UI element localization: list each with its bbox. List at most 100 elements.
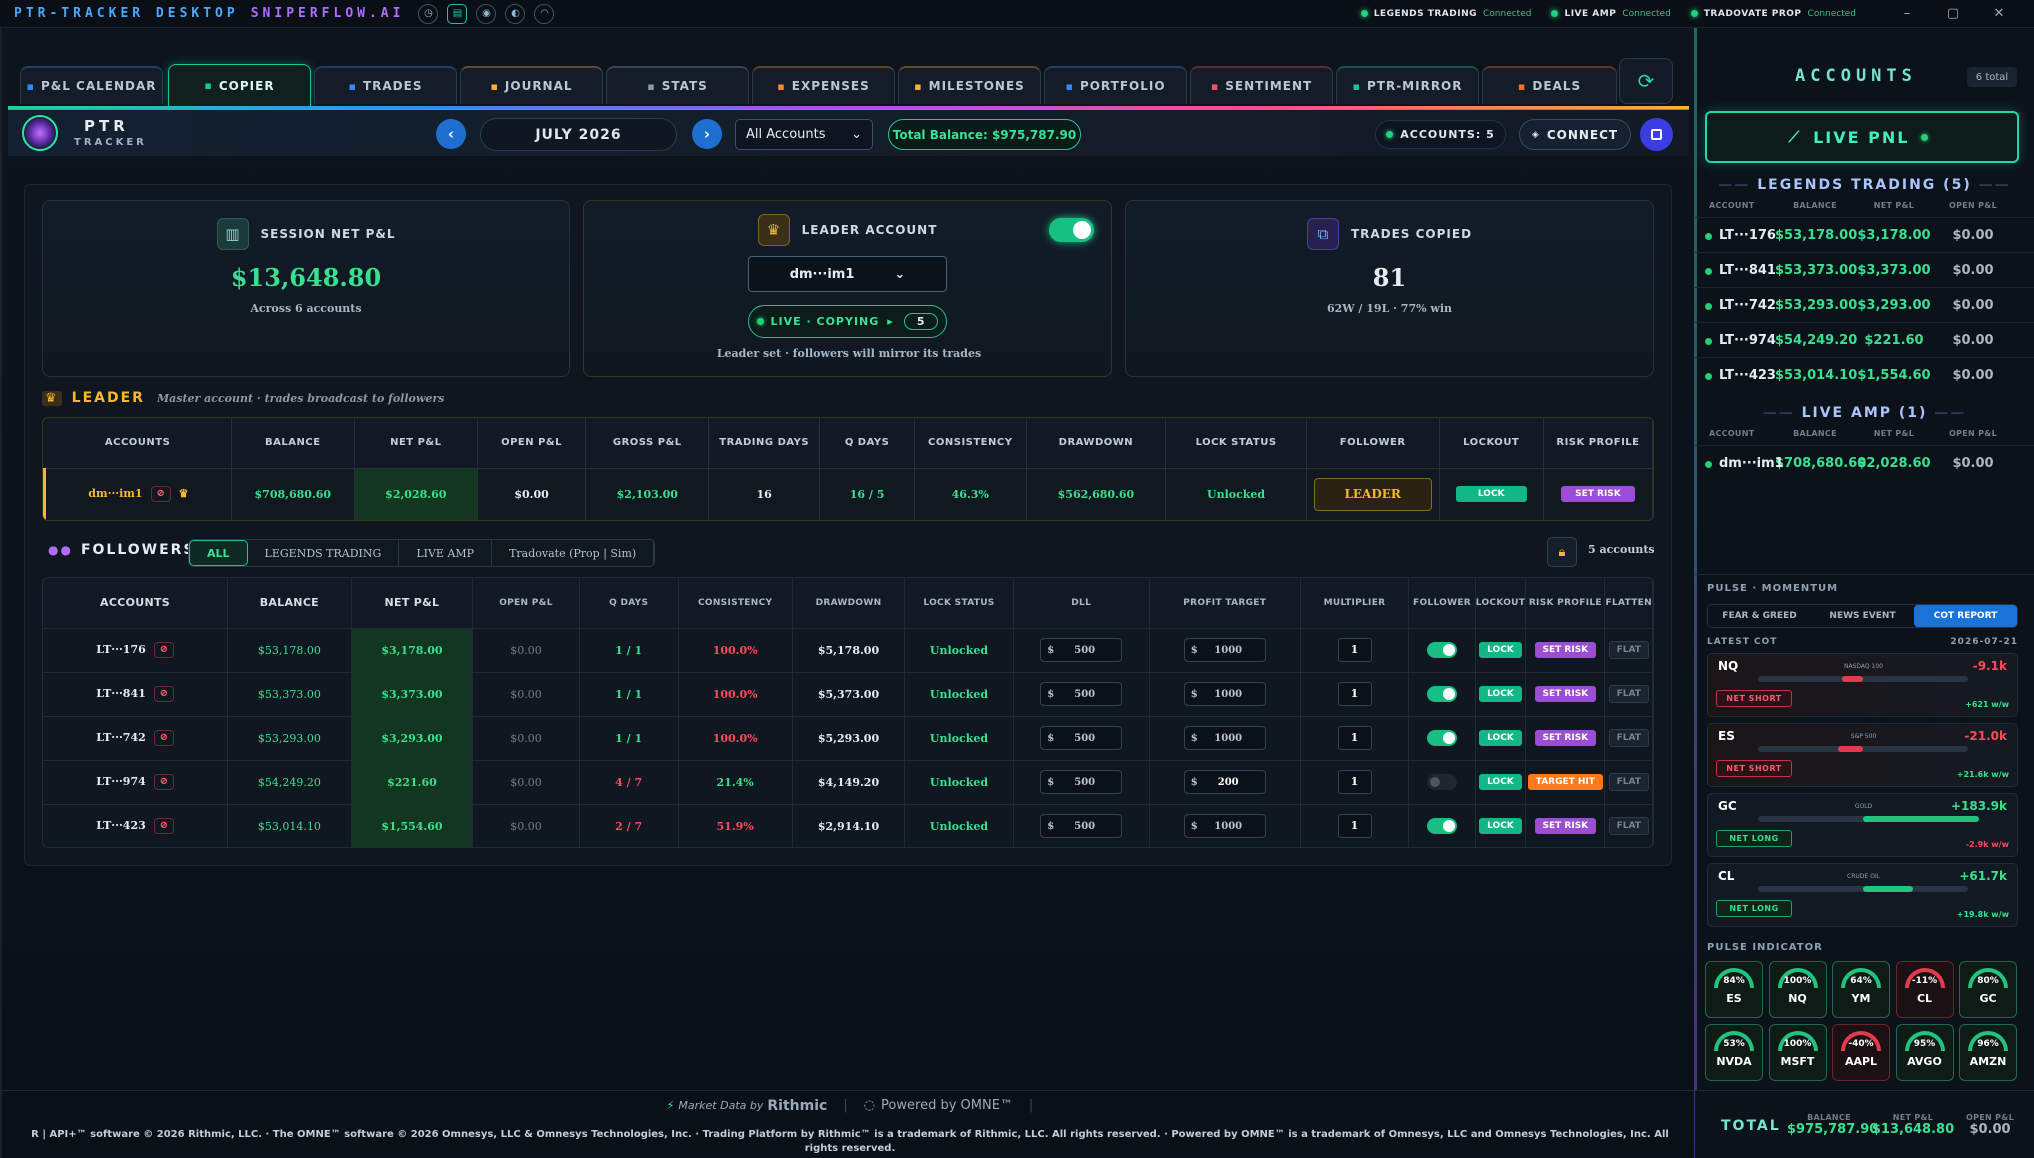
set-risk-button[interactable]: SET RISK [1534,730,1597,746]
tab-milestones[interactable]: ▪ MILESTONES [898,66,1041,104]
pulse-gauge[interactable]: 100% NQ [1768,961,1827,1018]
maximize-icon[interactable]: ▢ [1942,6,1964,21]
sidebar-account-row[interactable]: LT···974 $54,249.20 $221.60 $0.00 [1695,322,2034,357]
sidebar-account-row[interactable]: dm···im1 $708,680.60 $2,028.60 $0.00 [1695,445,2034,480]
ban-icon[interactable]: ⊘ [153,774,174,790]
ban-icon[interactable]: ⊘ [150,486,171,503]
dll-input[interactable]: $500 [1040,638,1123,662]
tab-ptr-mirror[interactable]: ▪ PTR-MIRROR [1336,66,1479,104]
pulse-gauge[interactable]: 96% AMZN [1959,1024,2017,1081]
filter-chip[interactable]: LEGENDS TRADING [248,540,400,566]
close-icon[interactable]: ✕ [1988,6,2010,21]
table-row[interactable]: LT···423 ⊘ $53,014.10 $1,554.60 $0.00 2 / 7 51… [43,803,1653,847]
dll-input[interactable]: $500 [1040,770,1123,794]
lock-button[interactable]: LOCK [1479,774,1522,790]
connect-button[interactable]: ◈ CONNECT [1519,119,1631,150]
flatten-button[interactable]: FLAT [1608,773,1649,791]
follower-toggle[interactable] [1427,686,1458,702]
gauge-icon[interactable]: ◠ [534,3,555,24]
lock-button[interactable]: LOCK [1479,642,1522,658]
refresh-icon[interactable]: ⟳ [1619,58,1673,104]
leader-enable-toggle[interactable] [1049,218,1094,242]
table-row[interactable]: LT···176 ⊘ $53,178.00 $3,178.00 $0.00 1 / 1 10… [43,627,1653,672]
table-row[interactable]: LT···841 ⊘ $53,373.00 $3,373.00 $0.00 1 / 1 10… [43,671,1653,716]
ban-icon[interactable]: ⊘ [153,730,174,746]
ban-icon[interactable]: ⊘ [153,818,174,835]
pulse-gauge[interactable]: 53% NVDA [1705,1024,1763,1081]
dll-input[interactable]: $500 [1040,682,1123,706]
sidebar-account-row[interactable]: LT···742 $53,293.00 $3,293.00 $0.00 [1695,287,2034,322]
tab-trades[interactable]: ▪ TRADES [314,66,457,104]
pulse-tab[interactable]: COT REPORT [1914,605,2017,627]
follower-toggle[interactable] [1427,818,1458,835]
sidebar-account-row[interactable]: LT···841 $53,373.00 $3,373.00 $0.00 [1695,252,2034,287]
set-risk-button[interactable]: SET RISK [1534,686,1597,702]
set-risk-button[interactable]: SET RISK [1534,642,1597,658]
multiplier-input[interactable]: 1 [1337,726,1372,750]
dll-input[interactable]: $500 [1040,814,1123,839]
prev-month-button[interactable]: ‹ [436,119,466,149]
follower-toggle[interactable] [1427,774,1458,790]
lock-button[interactable]: LOCK [1455,486,1527,503]
tab-expenses[interactable]: ▪ EXPENSES [752,66,895,104]
sidebar-account-row[interactable]: LT···423 $53,014.10 $1,554.60 $0.00 [1695,357,2034,392]
ban-icon[interactable]: ⊘ [153,642,174,658]
clock-icon[interactable]: ◷ [418,3,439,24]
multiplier-input[interactable]: 1 [1337,814,1372,839]
tab-portfolio[interactable]: ▪ PORTFOLIO [1044,66,1187,104]
profit-target-input[interactable]: $1000 [1183,814,1266,839]
leader-button[interactable]: LEADER [1313,477,1432,511]
set-risk-button[interactable]: SET RISK [1561,486,1635,503]
lock-button[interactable]: LOCK [1479,686,1522,702]
multiplier-input[interactable]: 1 [1337,682,1372,706]
tab-p-l-calendar[interactable]: ▪ P&L CALENDAR [20,66,163,104]
pulse-gauge[interactable]: 80% GC [1959,961,2017,1018]
filter-chip[interactable]: LIVE AMP [399,540,493,566]
table-row[interactable]: LT···742 ⊘ $53,293.00 $3,293.00 $0.00 1 / 1 10… [43,715,1653,760]
profit-target-input[interactable]: $1000 [1183,682,1266,706]
account-filter-select[interactable]: All Accounts ⌄ [735,119,873,150]
lock-button[interactable]: LOCK [1479,818,1522,835]
filter-chip[interactable]: ALL [189,540,248,566]
flatten-button[interactable]: FLAT [1608,641,1649,659]
multiplier-input[interactable]: 1 [1337,770,1372,794]
pulse-gauge[interactable]: 95% AVGO [1895,1024,1954,1081]
tab-copier[interactable]: ▪ COPIER [168,64,311,106]
pulse-tab[interactable]: NEWS EVENT [1811,605,1914,627]
tab-sentiment[interactable]: ▪ SENTIMENT [1190,66,1333,104]
target-hit-button[interactable]: TARGET HIT [1527,774,1603,790]
leader-row[interactable]: dm···im1 ⊘ ♛ $708,680.60 $2,028.60 $0.00 $… [44,467,1653,520]
sidebar-account-row[interactable]: LT···176 $53,178.00 $3,178.00 $0.00 [1695,217,2034,252]
filter-chip[interactable]: Tradovate (Prop | Sim) [492,540,655,566]
flatten-button[interactable]: FLAT [1608,729,1649,747]
tab-deals[interactable]: ▪ DEALS [1482,66,1617,104]
set-risk-button[interactable]: SET RISK [1534,818,1597,835]
pulse-gauge[interactable]: -40% AAPL [1832,1024,1890,1081]
pulse-gauge[interactable]: 100% MSFT [1768,1024,1827,1081]
profit-target-input[interactable]: $1000 [1183,638,1266,662]
lock-button[interactable]: LOCK [1479,730,1522,746]
pulse-tab[interactable]: FEAR & GREED [1708,605,1811,627]
pulse-gauge[interactable]: 84% ES [1705,961,1763,1018]
minimize-icon[interactable]: – [1896,6,1918,21]
leader-account-select[interactable]: dm···im1 ⌄ [748,256,947,292]
pulse-gauge[interactable]: -11% CL [1895,961,1954,1018]
ban-icon[interactable]: ⊘ [153,686,174,702]
palette-icon[interactable]: ◐ [505,3,526,24]
follower-toggle[interactable] [1427,730,1458,746]
flatten-button[interactable]: FLAT [1608,817,1649,836]
dll-input[interactable]: $500 [1040,726,1123,750]
tab-stats[interactable]: ▪ STATS [606,66,749,104]
tab-journal[interactable]: ▪ JOURNAL [460,66,603,104]
profit-target-input[interactable]: $1000 [1183,726,1266,750]
flatten-button[interactable]: FLAT [1608,685,1649,703]
pulse-gauge[interactable]: 64% YM [1832,961,1890,1018]
user-avatar-button[interactable] [1640,118,1673,151]
lock-all-icon[interactable]: 🔒︎ [1547,537,1577,567]
layout-icon[interactable]: ▤ [447,3,468,24]
table-row[interactable]: LT···974 ⊘ $54,249.20 $221.60 $0.00 4 / 7 21.4… [43,759,1653,804]
live-pnl-button[interactable]: ⟋ LIVE PNL [1705,111,2019,163]
follower-toggle[interactable] [1427,642,1458,658]
eye-icon[interactable]: ◉ [476,3,497,24]
profit-target-input[interactable]: $200 [1183,770,1266,794]
